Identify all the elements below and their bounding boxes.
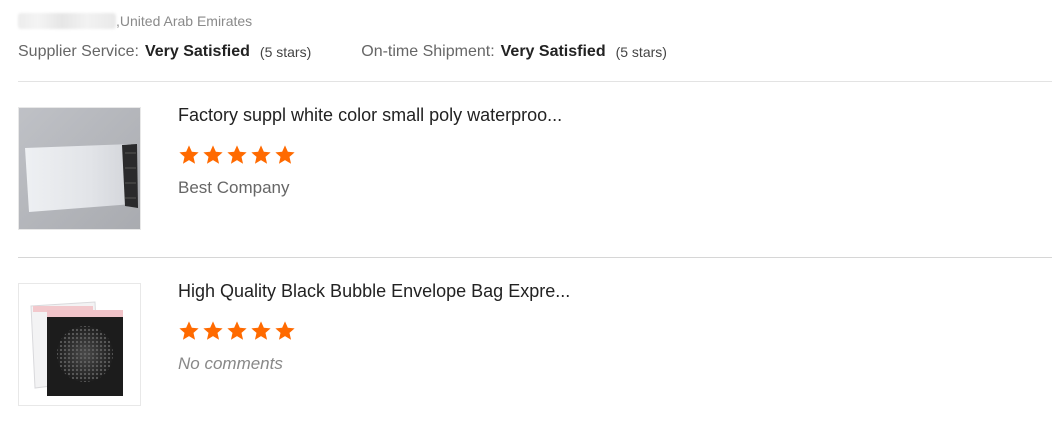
header-divider	[18, 81, 1052, 82]
review-comment: No comments	[178, 354, 283, 373]
supplier-service-stars: (5 stars)	[259, 44, 312, 60]
on-time-shipment-value: Very Satisfied	[500, 43, 606, 60]
supplier-ratings: Supplier Service: Very Satisfied (5 star…	[18, 41, 667, 63]
supplier-service-label: Supplier Service:	[18, 43, 139, 60]
on-time-shipment-rating: On-time Shipment: Very Satisfied (5 star…	[361, 43, 667, 61]
review-rating-stars	[178, 320, 298, 342]
product-title-link[interactable]: High Quality Black Bubble Envelope Bag E…	[178, 281, 570, 302]
supplier-service-rating: Supplier Service: Very Satisfied (5 star…	[18, 43, 311, 61]
product-thumbnail[interactable]	[18, 107, 141, 230]
review-comment: Best Company	[178, 178, 290, 197]
black-bubble-envelope-image	[19, 284, 140, 405]
on-time-shipment-stars: (5 stars)	[615, 44, 667, 60]
white-poly-mailer-bag-image	[19, 108, 140, 229]
star-icon	[202, 320, 224, 342]
blurred-reviewer-name	[18, 13, 116, 29]
product-thumbnail[interactable]	[18, 283, 141, 406]
supplier-service-value: Very Satisfied	[144, 43, 250, 60]
review-rating-stars	[178, 144, 298, 166]
product-title-link[interactable]: Factory suppl white color small poly wat…	[178, 105, 562, 126]
on-time-shipment-label: On-time Shipment:	[361, 43, 495, 60]
star-icon	[226, 320, 248, 342]
star-icon	[274, 144, 296, 166]
review-divider	[18, 257, 1052, 258]
star-icon	[274, 320, 296, 342]
star-icon	[250, 320, 272, 342]
star-icon	[202, 144, 224, 166]
star-icon	[178, 144, 200, 166]
star-icon	[178, 320, 200, 342]
reviewer-location: ,United Arab Emirates	[18, 12, 252, 30]
star-icon	[226, 144, 248, 166]
star-icon	[250, 144, 272, 166]
reviewer-country: ,United Arab Emirates	[116, 13, 253, 29]
